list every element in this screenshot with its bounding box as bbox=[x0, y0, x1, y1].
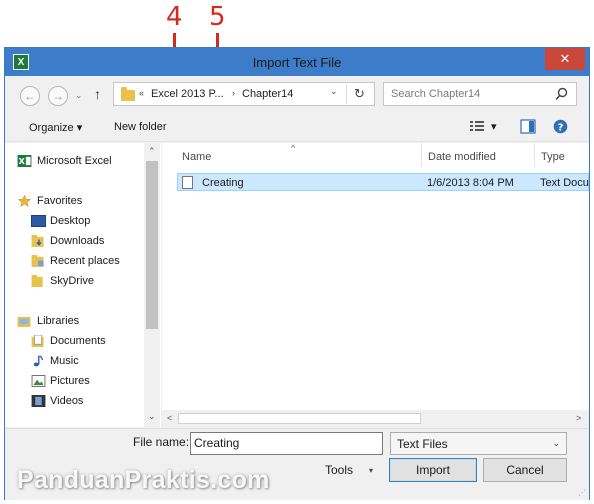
new-folder-button[interactable]: New folder bbox=[114, 121, 167, 133]
address-overflow-indicator[interactable]: « bbox=[139, 88, 144, 98]
nav-item-label: Documents bbox=[50, 335, 106, 347]
breadcrumb-separator[interactable]: › bbox=[232, 88, 235, 98]
command-bar: Organize ▾ New folder ▾ ? bbox=[5, 112, 589, 142]
recent-places-icon bbox=[31, 255, 44, 267]
file-name-field[interactable]: Creating bbox=[190, 432, 383, 455]
chevron-down-icon: ⌄ bbox=[552, 438, 560, 448]
documents-icon bbox=[31, 335, 44, 347]
close-button[interactable]: ✕ bbox=[545, 48, 585, 70]
scroll-right-arrow[interactable]: > bbox=[576, 413, 581, 423]
nav-item-label: Recent places bbox=[50, 255, 120, 267]
up-one-level-button[interactable]: ↑ bbox=[94, 86, 101, 102]
file-type-cell: Text Docu bbox=[540, 177, 589, 189]
sort-ascending-indicator: ^ bbox=[291, 143, 296, 153]
nav-item-label: Downloads bbox=[50, 235, 105, 247]
address-bar[interactable]: « Excel 2013 P... › Chapter14 ⌄ ↻ bbox=[113, 82, 375, 106]
file-list-pane[interactable]: ^ Name Date modified Type Creating 1/6/2… bbox=[162, 143, 589, 427]
import-button[interactable]: Import bbox=[389, 458, 477, 482]
cancel-button[interactable]: Cancel bbox=[483, 458, 567, 482]
videos-icon bbox=[31, 395, 46, 407]
svg-text:X: X bbox=[19, 156, 26, 166]
skydrive-folder-icon bbox=[31, 275, 43, 287]
nav-item-label: Desktop bbox=[50, 215, 91, 227]
star-icon bbox=[17, 195, 32, 207]
tools-menu-button[interactable]: Tools bbox=[325, 463, 353, 477]
callout-number-4: 4 bbox=[166, 2, 183, 32]
organize-caret-icon: ▾ bbox=[76, 122, 83, 134]
scroll-down-arrow[interactable]: ⌄ bbox=[148, 411, 156, 422]
column-header-type[interactable]: Type bbox=[541, 151, 565, 163]
view-options-icon[interactable] bbox=[469, 119, 485, 133]
scroll-left-arrow[interactable]: < bbox=[167, 413, 172, 423]
pictures-icon bbox=[31, 375, 46, 387]
nav-item-label: Music bbox=[50, 355, 79, 367]
file-name-cell: Creating bbox=[202, 177, 244, 189]
excel-icon: X bbox=[17, 155, 32, 167]
nav-item-label: Videos bbox=[50, 395, 84, 407]
nav-item-label: SkyDrive bbox=[50, 275, 95, 287]
view-dropdown-caret[interactable]: ▾ bbox=[491, 120, 497, 133]
scroll-up-arrow[interactable]: ⌃ bbox=[148, 146, 156, 157]
text-document-icon bbox=[182, 176, 193, 189]
back-button[interactable]: ← bbox=[20, 86, 40, 106]
search-box[interactable]: Search Chapter14 bbox=[383, 82, 577, 106]
breadcrumb-chapter14[interactable]: Chapter14 bbox=[242, 88, 293, 100]
search-input[interactable]: Search Chapter14 bbox=[391, 88, 480, 100]
music-note-icon bbox=[33, 355, 43, 367]
column-header-name[interactable]: Name bbox=[182, 151, 211, 163]
tools-caret-icon[interactable]: ▾ bbox=[369, 466, 373, 475]
callout-number-5: 5 bbox=[209, 2, 226, 32]
downloads-folder-icon bbox=[31, 235, 44, 247]
svg-text:?: ? bbox=[558, 122, 564, 133]
file-type-select[interactable]: Text Files ⌄ bbox=[390, 432, 567, 455]
help-icon[interactable]: ? bbox=[553, 119, 568, 134]
nav-section-label: Libraries bbox=[37, 315, 80, 327]
title-bar[interactable]: X Import Text File ✕ bbox=[5, 48, 589, 76]
nav-section-label: Favorites bbox=[37, 195, 83, 207]
resize-grip-icon[interactable]: ⋰ bbox=[578, 488, 586, 497]
file-list-horizontal-scrollbar[interactable]: < > bbox=[162, 410, 589, 427]
file-type-value: Text Files bbox=[397, 437, 448, 451]
preview-pane-icon[interactable] bbox=[520, 119, 536, 134]
breadcrumb-excel-2013[interactable]: Excel 2013 P... bbox=[151, 88, 224, 100]
organize-label: Organize bbox=[29, 122, 74, 134]
scrollbar-thumb[interactable] bbox=[146, 161, 158, 329]
file-name-label: File name: bbox=[133, 435, 190, 449]
column-divider[interactable] bbox=[421, 143, 422, 167]
recent-locations-dropdown[interactable]: ⌄ bbox=[75, 90, 83, 101]
folder-icon bbox=[121, 87, 135, 101]
refresh-icon[interactable]: ↻ bbox=[354, 86, 365, 102]
column-header-date-modified[interactable]: Date modified bbox=[428, 151, 496, 163]
organize-button[interactable]: Organize ▾ bbox=[29, 121, 82, 134]
scrollbar-thumb[interactable] bbox=[178, 413, 421, 424]
search-icon[interactable] bbox=[555, 87, 568, 101]
forward-button[interactable]: → bbox=[48, 86, 68, 106]
import-text-file-dialog: X Import Text File ✕ ← → ⌄ ↑ « Excel 201… bbox=[4, 47, 590, 500]
address-dropdown[interactable]: ⌄ bbox=[330, 86, 338, 97]
file-date-cell: 1/6/2013 8:04 PM bbox=[427, 177, 514, 189]
libraries-icon bbox=[17, 316, 31, 327]
nav-pane-scrollbar[interactable]: ⌃ ⌄ bbox=[144, 143, 160, 427]
file-row-creating[interactable]: Creating 1/6/2013 8:04 PM Text Docu bbox=[177, 173, 589, 191]
nav-item-label: Microsoft Excel bbox=[37, 155, 112, 167]
watermark: PanduanPraktis.com bbox=[17, 466, 270, 494]
desktop-icon bbox=[31, 215, 46, 227]
window-title: Import Text File bbox=[252, 55, 342, 70]
column-divider[interactable] bbox=[534, 143, 535, 167]
nav-item-label: Pictures bbox=[50, 375, 90, 387]
address-divider bbox=[346, 85, 347, 103]
navigation-pane[interactable]: X Microsoft Excel Favorites Desktop Down… bbox=[5, 143, 161, 427]
